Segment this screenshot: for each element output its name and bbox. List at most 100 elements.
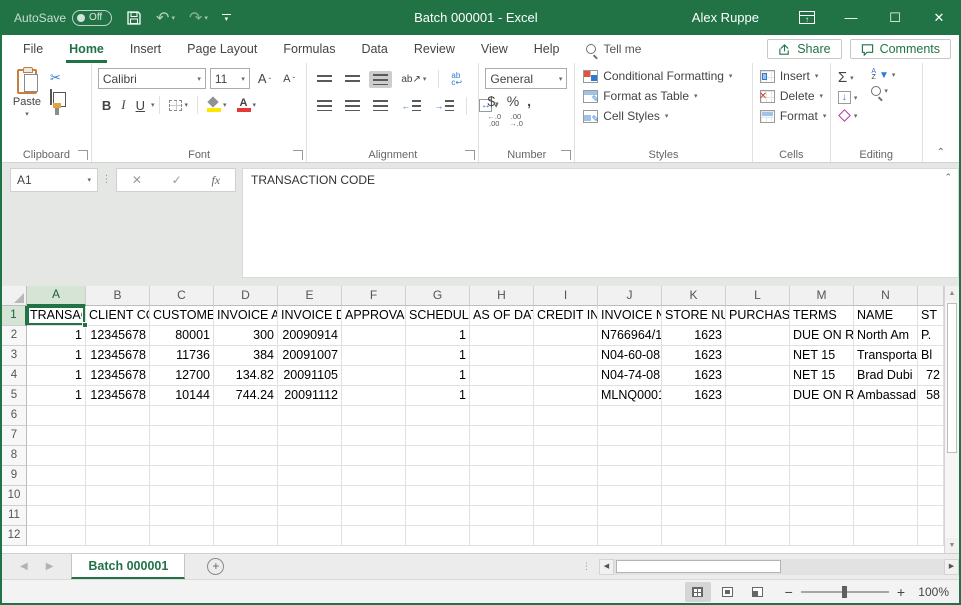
fill-color-button[interactable]: ▾ <box>203 95 231 115</box>
prev-sheet-icon[interactable]: ◀ <box>20 561 28 572</box>
cell-N5[interactable]: Ambassad <box>854 386 918 406</box>
alignment-dialog-launcher[interactable] <box>465 150 475 160</box>
minimize-button[interactable]: — <box>829 0 873 35</box>
borders-button[interactable]: ▾ <box>165 97 192 114</box>
cell-K3[interactable]: 1623 <box>662 346 726 366</box>
vertical-scrollbar[interactable]: ▲ ▼ <box>944 286 959 553</box>
next-sheet-icon[interactable]: ▶ <box>46 561 54 572</box>
cell-A1[interactable]: TRANSACTION CODE <box>27 306 86 326</box>
cell-B2[interactable]: 12345678 <box>86 326 150 346</box>
cell-N3[interactable]: Transporta <box>854 346 918 366</box>
cell-J10[interactable] <box>598 486 662 506</box>
page-layout-view-button[interactable] <box>715 582 741 602</box>
increase-font-button[interactable]: Aˆ <box>254 69 275 88</box>
cell-H9[interactable] <box>470 466 534 486</box>
cell-M2[interactable]: DUE ON RECEIPT <box>790 326 854 346</box>
column-header-B[interactable]: B <box>86 286 150 306</box>
cell-O2[interactable]: P. <box>918 326 944 346</box>
copy-button[interactable] <box>50 90 61 104</box>
cell-J3[interactable]: N04-60-08 <box>598 346 662 366</box>
column-header-D[interactable]: D <box>214 286 278 306</box>
cell-C10[interactable] <box>150 486 214 506</box>
close-button[interactable]: ✕ <box>917 0 961 35</box>
cell-L9[interactable] <box>726 466 790 486</box>
column-header-J[interactable]: J <box>598 286 662 306</box>
cell-L5[interactable] <box>726 386 790 406</box>
cell-F1[interactable]: APPROVAL <box>342 306 406 326</box>
tab-home[interactable]: Home <box>56 35 117 63</box>
middle-align-button[interactable] <box>341 72 364 87</box>
column-header-K[interactable]: K <box>662 286 726 306</box>
sort-filter-button[interactable]: AZ▼▾ <box>868 68 898 82</box>
formula-input[interactable]: TRANSACTION CODE ⌃ <box>242 168 959 278</box>
cell-G12[interactable] <box>406 526 470 546</box>
cell-K1[interactable]: STORE NUM <box>662 306 726 326</box>
redo-dropdown-icon[interactable]: ▾ <box>204 14 208 22</box>
cell-L4[interactable] <box>726 366 790 386</box>
cell-F6[interactable] <box>342 406 406 426</box>
tab-file[interactable]: File <box>10 35 56 63</box>
cell-C12[interactable] <box>150 526 214 546</box>
row-header-2[interactable]: 2 <box>2 326 27 346</box>
cell-O11[interactable] <box>918 506 944 526</box>
cell-I11[interactable] <box>534 506 598 526</box>
cell-B11[interactable] <box>86 506 150 526</box>
autosum-button[interactable]: Σ▾ <box>835 68 861 87</box>
scroll-right-icon[interactable]: ▶ <box>944 559 959 575</box>
cell-J5[interactable]: MLNQ0001 <box>598 386 662 406</box>
cell-K7[interactable] <box>662 426 726 446</box>
clear-button[interactable]: ▾ <box>835 108 861 123</box>
cell-G5[interactable]: 1 <box>406 386 470 406</box>
collapse-ribbon-button[interactable]: ⌃ <box>923 143 959 162</box>
cell-G9[interactable] <box>406 466 470 486</box>
row-header-1[interactable]: 1 <box>2 306 27 326</box>
cell-H4[interactable] <box>470 366 534 386</box>
cell-F3[interactable] <box>342 346 406 366</box>
cell-K5[interactable]: 1623 <box>662 386 726 406</box>
cell-K10[interactable] <box>662 486 726 506</box>
cell-I9[interactable] <box>534 466 598 486</box>
cell-K11[interactable] <box>662 506 726 526</box>
cell-B8[interactable] <box>86 446 150 466</box>
cell-E3[interactable]: 20091007 <box>278 346 342 366</box>
cell-F12[interactable] <box>342 526 406 546</box>
cell-J1[interactable]: INVOICE NU <box>598 306 662 326</box>
cell-N9[interactable] <box>854 466 918 486</box>
cell-J8[interactable] <box>598 446 662 466</box>
cell-G8[interactable] <box>406 446 470 466</box>
sheet-tab-active[interactable]: Batch 000001 <box>71 554 185 579</box>
cell-B10[interactable] <box>86 486 150 506</box>
cell-A3[interactable]: 1 <box>27 346 86 366</box>
cell-A8[interactable] <box>27 446 86 466</box>
wrap-text-button[interactable]: abc↩ <box>447 69 466 89</box>
cell-J12[interactable] <box>598 526 662 546</box>
cell-L6[interactable] <box>726 406 790 426</box>
zoom-slider-thumb[interactable] <box>842 586 847 598</box>
format-as-table-button[interactable]: Format as Table▾ <box>579 86 701 106</box>
cell-I1[interactable]: CREDIT INV <box>534 306 598 326</box>
cell-K2[interactable]: 1623 <box>662 326 726 346</box>
paste-button[interactable]: Paste ▾ <box>6 66 48 118</box>
cell-H2[interactable] <box>470 326 534 346</box>
cell-O1[interactable]: ST <box>918 306 944 326</box>
row-header-5[interactable]: 5 <box>2 386 27 406</box>
cell-C7[interactable] <box>150 426 214 446</box>
row-header-8[interactable]: 8 <box>2 446 27 466</box>
cell-I5[interactable] <box>534 386 598 406</box>
decrease-decimal-button[interactable]: .00→.0 <box>509 113 523 127</box>
cell-N10[interactable] <box>854 486 918 506</box>
align-center-button[interactable] <box>341 97 364 114</box>
tab-formulas[interactable]: Formulas <box>270 35 348 63</box>
cell-G1[interactable]: SCHEDULE A <box>406 306 470 326</box>
column-header-M[interactable]: M <box>790 286 854 306</box>
cell-F7[interactable] <box>342 426 406 446</box>
cell-M3[interactable]: NET 15 <box>790 346 854 366</box>
cell-H6[interactable] <box>470 406 534 426</box>
cell-D3[interactable]: 384 <box>214 346 278 366</box>
cell-C5[interactable]: 10144 <box>150 386 214 406</box>
font-dialog-launcher[interactable] <box>293 150 303 160</box>
cell-H7[interactable] <box>470 426 534 446</box>
name-box-dropdown-icon[interactable]: ▾ <box>87 176 91 184</box>
scroll-down-icon[interactable]: ▼ <box>945 538 959 553</box>
comments-button[interactable]: Comments <box>850 39 951 59</box>
